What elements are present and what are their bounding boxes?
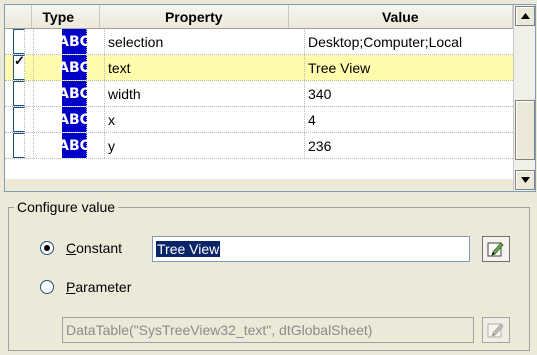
configure-value-title: Configure value	[14, 199, 119, 215]
value-cell[interactable]: 340	[305, 81, 513, 106]
row-checkbox[interactable]	[13, 29, 25, 54]
abc-string-icon: ABC	[58, 55, 90, 80]
parameter-label[interactable]: Parameter	[66, 279, 131, 295]
pencil-edit-icon	[487, 242, 504, 257]
grid-rows: ABC selectionDesktop;Computer;Local ABC tex…	[5, 29, 513, 179]
abc-string-icon: ABC	[58, 29, 90, 54]
value-cell[interactable]: Desktop;Computer;Local	[305, 29, 513, 54]
parameter-radio[interactable]	[40, 280, 54, 294]
type-cell: ABC	[34, 55, 105, 80]
row-checkbox-cell[interactable]	[5, 29, 34, 54]
property-cell[interactable]: width	[105, 81, 305, 106]
type-cell: ABC	[34, 81, 105, 106]
table-row[interactable]: ABC textTree View	[5, 53, 513, 81]
row-checkbox-cell[interactable]	[5, 133, 34, 158]
value-cell[interactable]: 236	[305, 133, 513, 158]
row-checkbox[interactable]	[13, 81, 25, 106]
property-cell[interactable]: text	[105, 55, 305, 80]
grid-vertical-scrollbar[interactable]	[513, 5, 535, 191]
up-arrow-icon	[520, 13, 530, 19]
properties-grid: Type Property Value ABC selection Desktop;…	[4, 4, 536, 192]
grid-header: Type Property Value	[5, 5, 513, 29]
header-value[interactable]: Value	[288, 5, 513, 28]
constant-value-input[interactable]: Tree View	[152, 236, 470, 262]
type-cell: ABC	[34, 133, 105, 158]
property-cell[interactable]: y	[105, 133, 305, 158]
constant-option[interactable]: Constant	[40, 240, 122, 256]
row-checkbox-cell[interactable]	[5, 81, 34, 106]
row-checkbox-cell[interactable]	[5, 53, 34, 80]
table-row[interactable]: ABC y 236	[5, 133, 513, 159]
header-checkbox-column	[5, 5, 33, 28]
pencil-edit-icon	[487, 323, 504, 338]
value-cell[interactable]: 4	[305, 107, 513, 132]
value-cell[interactable]: Tree View	[305, 55, 513, 80]
parameter-value-input: DataTable("SysTreeView32_text", dtGlobal…	[62, 317, 474, 343]
table-row[interactable]: ABC x 4	[5, 107, 513, 133]
property-cell[interactable]: x	[105, 107, 305, 132]
down-arrow-icon	[520, 177, 530, 183]
row-checkbox[interactable]	[13, 107, 25, 132]
table-row[interactable]: ABC width 340	[5, 81, 513, 107]
abc-string-icon: ABC	[58, 81, 90, 106]
header-type[interactable]: Type	[32, 5, 100, 28]
type-cell: ABC	[34, 29, 105, 54]
type-cell: ABC	[34, 107, 105, 132]
scroll-up-button[interactable]	[515, 6, 535, 26]
abc-string-icon: ABC	[58, 107, 90, 132]
constant-edit-button[interactable]	[482, 236, 510, 262]
row-checkbox[interactable]	[13, 133, 25, 158]
parameter-option[interactable]: Parameter	[40, 279, 131, 295]
row-checkbox-cell[interactable]	[5, 107, 34, 132]
row-checkbox[interactable]	[13, 53, 25, 80]
table-row[interactable]: ABC selection Desktop;Computer;Local	[5, 29, 513, 55]
parameter-edit-button	[482, 317, 510, 343]
header-property[interactable]: Property	[99, 5, 289, 28]
property-cell[interactable]: selection	[105, 29, 305, 54]
scroll-down-button[interactable]	[515, 170, 535, 190]
constant-label[interactable]: Constant	[66, 240, 122, 256]
constant-value-text: Tree View	[156, 241, 221, 257]
constant-radio[interactable]	[40, 241, 54, 255]
abc-string-icon: ABC	[58, 133, 90, 158]
scroll-thumb[interactable]	[515, 100, 535, 160]
